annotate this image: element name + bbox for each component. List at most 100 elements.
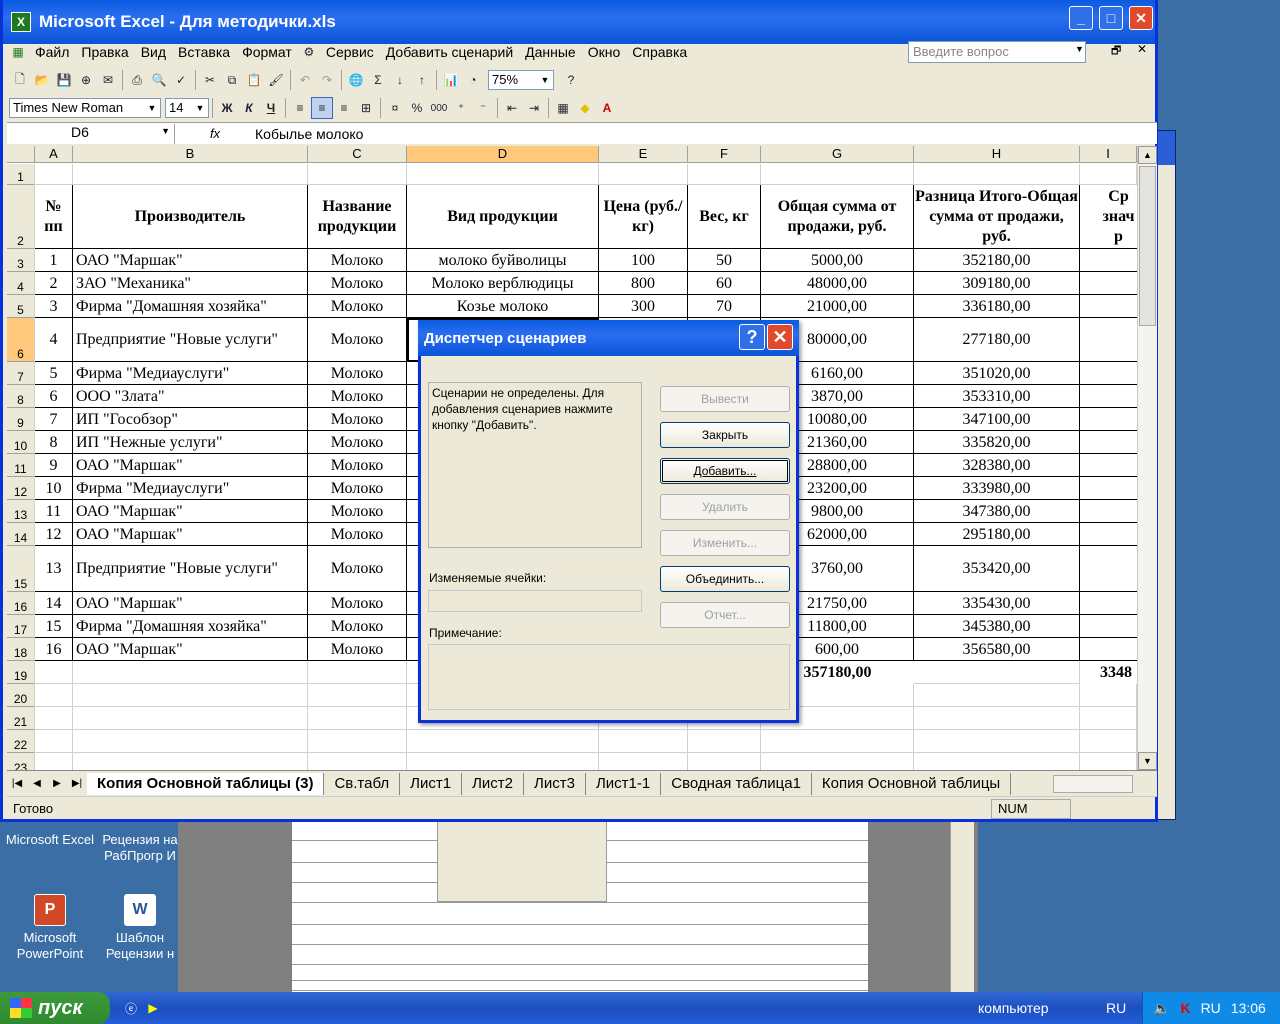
formula-input[interactable]: Кобылье молоко bbox=[255, 126, 363, 142]
open-icon[interactable]: 📂 bbox=[31, 69, 53, 91]
align-center-icon[interactable]: ≡ bbox=[311, 97, 333, 119]
cell-producer[interactable]: ООО "Злата" bbox=[73, 385, 308, 408]
row-header[interactable]: 16 bbox=[7, 592, 35, 615]
row-header[interactable]: 1 bbox=[7, 164, 35, 185]
cell-product-kind[interactable]: молоко буйволицы bbox=[407, 249, 599, 272]
column-header[interactable]: I bbox=[1080, 146, 1137, 163]
cell-num[interactable]: 11 bbox=[35, 500, 73, 523]
cell-num[interactable]: 8 bbox=[35, 431, 73, 454]
desktop-icon-template[interactable]: W Шаблон Рецензии н bbox=[100, 894, 180, 962]
row-header[interactable]: 9 bbox=[7, 408, 35, 431]
cell-product-name[interactable]: Молоко bbox=[308, 408, 407, 431]
cell-product-name[interactable]: Молоко bbox=[308, 385, 407, 408]
increase-indent-icon[interactable]: ⇥ bbox=[523, 97, 545, 119]
undo-icon[interactable]: ↶ bbox=[294, 69, 316, 91]
cell-product-name[interactable]: Молоко bbox=[308, 249, 407, 272]
menu-data[interactable]: Данные bbox=[519, 44, 582, 60]
sort-asc-icon[interactable]: ↓ bbox=[389, 69, 411, 91]
ie-quicklaunch-icon[interactable]: ⓔ bbox=[120, 997, 142, 1019]
cell-producer[interactable]: ОАО "Маршак" bbox=[73, 592, 308, 615]
paste-icon[interactable]: 📋 bbox=[243, 69, 265, 91]
cell-diff[interactable]: 295180,00 bbox=[914, 523, 1080, 546]
tab-copy-main-3[interactable]: Копия Основной таблицы (3) bbox=[87, 772, 325, 795]
menu-edit[interactable]: Правка bbox=[75, 44, 134, 60]
preview-icon[interactable]: 🔍 bbox=[148, 69, 170, 91]
thousands-icon[interactable]: 000 bbox=[428, 97, 450, 119]
cell-weight[interactable]: 50 bbox=[688, 249, 761, 272]
tab-pivot1[interactable]: Сводная таблица1 bbox=[661, 772, 812, 795]
row-header[interactable]: 20 bbox=[7, 684, 35, 707]
cell-product-name[interactable]: Молоко bbox=[308, 523, 407, 546]
cell-weight[interactable]: 60 bbox=[688, 272, 761, 295]
header-diff[interactable]: Разница Итого-Общая сумма от продажи, ру… bbox=[914, 185, 1080, 249]
cell-producer[interactable]: ИП "Нежные услуги" bbox=[73, 431, 308, 454]
language-indicator[interactable]: RU bbox=[1106, 1000, 1126, 1016]
cell-product-name[interactable]: Молоко bbox=[308, 500, 407, 523]
cell-product-name[interactable]: Молоко bbox=[308, 477, 407, 500]
scroll-up-icon[interactable]: ▲ bbox=[1138, 146, 1157, 164]
menu-file[interactable]: Файл bbox=[29, 44, 75, 60]
cell-diff[interactable]: 335820,00 bbox=[914, 431, 1080, 454]
redo-icon[interactable]: ↷ bbox=[316, 69, 338, 91]
add-scenario-button[interactable]: Добавить... bbox=[660, 458, 790, 484]
cell-avg-total[interactable]: 3348 bbox=[1080, 661, 1137, 684]
media-quicklaunch-icon[interactable]: ▶ bbox=[142, 997, 164, 1019]
cell-product-kind[interactable]: Молоко верблюдицы bbox=[407, 272, 599, 295]
ask-question-input[interactable]: Введите вопрос bbox=[908, 41, 1086, 63]
chart-icon[interactable]: 📊 bbox=[440, 69, 462, 91]
workbook-icon[interactable]: ▦ bbox=[7, 41, 29, 63]
cell-weight[interactable]: 70 bbox=[688, 295, 761, 318]
email-icon[interactable]: ✉ bbox=[97, 69, 119, 91]
cell-product-kind[interactable]: Козье молоко bbox=[407, 295, 599, 318]
desktop-icon-excel[interactable]: Microsoft Excel bbox=[2, 832, 98, 848]
font-size-combo[interactable]: 14 ▼ bbox=[165, 98, 209, 118]
cell-num[interactable]: 5 bbox=[35, 362, 73, 385]
cell-num[interactable]: 3 bbox=[35, 295, 73, 318]
tab-list1-1[interactable]: Лист1-1 bbox=[586, 772, 662, 795]
cell-product-name[interactable]: Молоко bbox=[308, 362, 407, 385]
align-left-icon[interactable]: ≡ bbox=[289, 97, 311, 119]
menu-add-scenario[interactable]: Добавить сценарий bbox=[380, 44, 519, 60]
cell-diff[interactable]: 352180,00 bbox=[914, 249, 1080, 272]
column-header[interactable]: C bbox=[308, 146, 407, 163]
column-header[interactable]: E bbox=[599, 146, 688, 163]
header-price[interactable]: Цена (руб./кг) bbox=[599, 185, 688, 249]
row-header[interactable]: 23 bbox=[7, 753, 35, 770]
desktop-icon-review[interactable]: Рецензия на РабПрогр И bbox=[100, 832, 180, 864]
row-header[interactable]: 11 bbox=[7, 454, 35, 477]
first-sheet-icon[interactable]: |◀ bbox=[7, 778, 27, 789]
column-header[interactable]: D bbox=[407, 146, 599, 163]
cell-total[interactable]: 5000,00 bbox=[761, 249, 914, 272]
menu-format[interactable]: Формат bbox=[236, 44, 298, 60]
cell-avg[interactable] bbox=[1080, 500, 1137, 523]
font-combo[interactable]: Times New Roman ▼ bbox=[9, 98, 161, 118]
cell-diff[interactable]: 333980,00 bbox=[914, 477, 1080, 500]
cell-product-name[interactable]: Молоко bbox=[308, 318, 407, 362]
cell-product-name[interactable]: Молоко bbox=[308, 638, 407, 661]
spelling-icon[interactable]: ✓ bbox=[170, 69, 192, 91]
dialog-help-icon[interactable]: ? bbox=[739, 324, 765, 350]
edit-button[interactable]: Изменить... bbox=[660, 530, 790, 556]
cell-avg[interactable] bbox=[1080, 431, 1137, 454]
scenario-manager-dialog[interactable]: Диспетчер сценариев ? ✕ Сценарии не опре… bbox=[418, 320, 799, 723]
maximize-button[interactable]: □ bbox=[1099, 6, 1123, 30]
name-box[interactable]: D6 ▼ bbox=[7, 123, 175, 144]
cell-price[interactable]: 100 bbox=[599, 249, 688, 272]
cell-num[interactable]: 14 bbox=[35, 592, 73, 615]
prev-sheet-icon[interactable]: ◀ bbox=[27, 778, 47, 789]
scroll-thumb[interactable] bbox=[1139, 166, 1156, 326]
tab-copy-main[interactable]: Копия Основной таблицы bbox=[812, 772, 1012, 795]
zoom-combo[interactable]: 75% ▼ bbox=[488, 70, 554, 90]
cell-diff[interactable]: 336180,00 bbox=[914, 295, 1080, 318]
close-dialog-button[interactable]: Закрыть bbox=[660, 422, 790, 448]
merge-center-icon[interactable]: ⊞ bbox=[355, 97, 377, 119]
cell-avg[interactable] bbox=[1080, 408, 1137, 431]
italic-button[interactable]: К bbox=[238, 97, 260, 119]
cell-num[interactable]: 16 bbox=[35, 638, 73, 661]
row-header[interactable]: 22 bbox=[7, 730, 35, 753]
delete-button[interactable]: Удалить bbox=[660, 494, 790, 520]
header-weight[interactable]: Вес, кг bbox=[688, 185, 761, 249]
drawing-icon[interactable]: ◔ bbox=[462, 69, 484, 91]
row-header[interactable]: 21 bbox=[7, 707, 35, 730]
cell-product-name[interactable]: Молоко bbox=[308, 454, 407, 477]
